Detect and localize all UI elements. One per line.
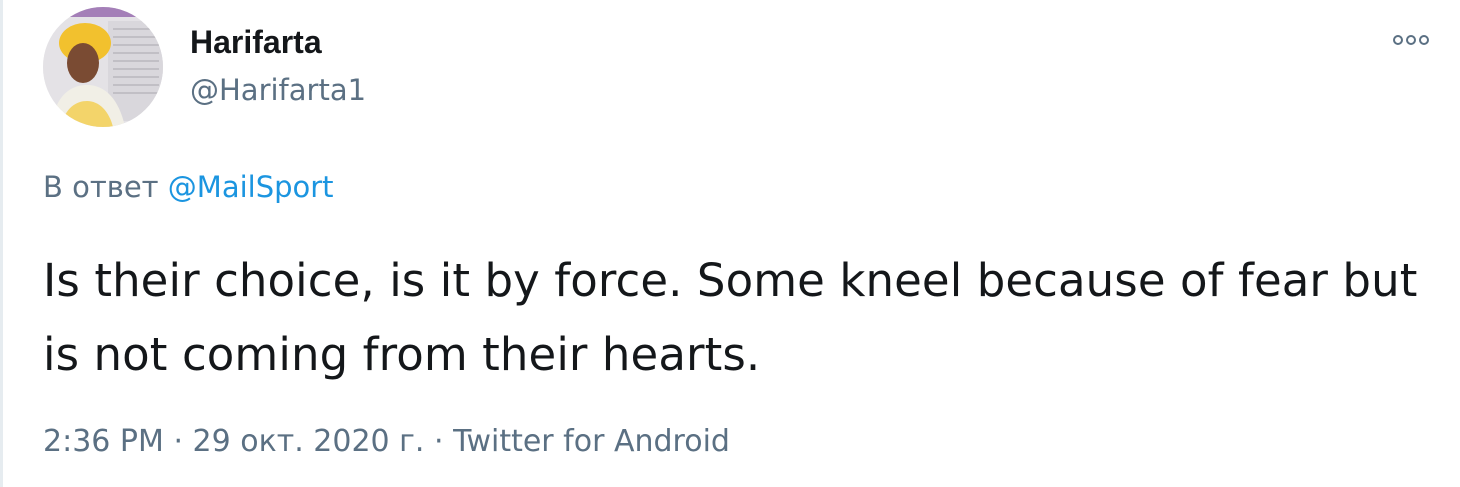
more-options-icon <box>1393 35 1429 45</box>
user-handle[interactable]: @Harifarta1 <box>190 70 366 110</box>
reply-mention-link[interactable]: @MailSport <box>168 170 334 204</box>
display-name[interactable]: Harifarta <box>190 22 322 62</box>
avatar-image <box>43 7 163 127</box>
reply-prefix: В ответ <box>43 170 159 204</box>
tweet-card: Harifarta @Harifarta1 В ответ @MailSport… <box>0 0 1460 487</box>
reply-context: В ответ @MailSport <box>43 167 334 207</box>
meta-separator: · <box>434 424 444 459</box>
more-options-button[interactable] <box>1387 24 1435 56</box>
tweet-source-link[interactable]: Twitter for Android <box>453 424 730 459</box>
tweet-time-link[interactable]: 2:36 PM <box>43 424 164 459</box>
avatar[interactable] <box>43 7 163 127</box>
tweet-text: Is their choice, is it by force. Some kn… <box>43 254 1418 381</box>
tweet-date-link[interactable]: 29 окт. 2020 г. <box>193 424 425 459</box>
tweet-meta: 2:36 PM · 29 окт. 2020 г. · Twitter for … <box>43 422 730 462</box>
meta-separator: · <box>173 424 183 459</box>
